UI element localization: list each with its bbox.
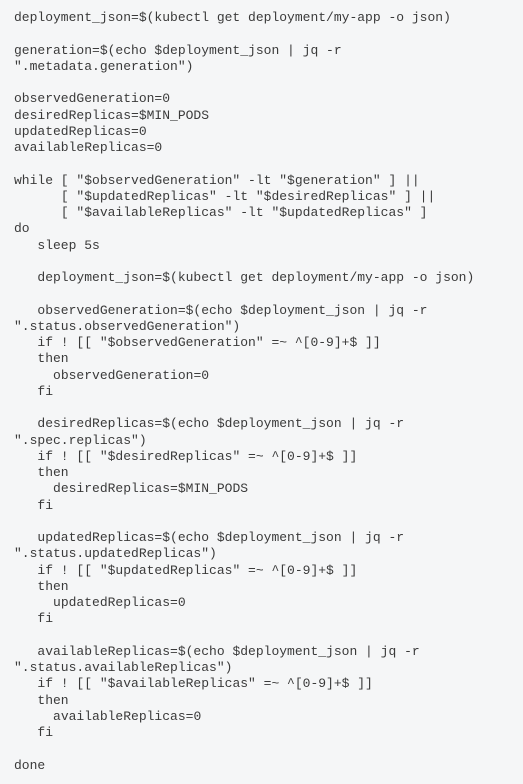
code-line: deployment_json=$(kubectl get deployment… — [14, 270, 509, 286]
code-line: then — [14, 465, 509, 481]
code-line: desiredReplicas=$(echo $deployment_json … — [14, 416, 509, 449]
code-line: if ! [[ "$observedGeneration" =~ ^[0-9]+… — [14, 335, 509, 351]
code-line: availableReplicas=0 — [14, 709, 509, 725]
code-line: deployment_json=$(kubectl get deployment… — [14, 10, 509, 26]
code-line: generation=$(echo $deployment_json | jq … — [14, 43, 509, 76]
code-line: desiredReplicas=$MIN_PODS — [14, 481, 509, 497]
code-line: fi — [14, 384, 509, 400]
code-line: do — [14, 221, 509, 237]
code-line — [14, 400, 509, 416]
code-line: [ "$updatedReplicas" -lt "$desiredReplic… — [14, 189, 509, 205]
code-block: deployment_json=$(kubectl get deployment… — [14, 10, 509, 774]
code-line: desiredReplicas=$MIN_PODS — [14, 108, 509, 124]
code-line — [14, 75, 509, 91]
code-line — [14, 741, 509, 757]
code-line: sleep 5s — [14, 238, 509, 254]
code-line: updatedReplicas=0 — [14, 124, 509, 140]
code-line: fi — [14, 498, 509, 514]
code-line: [ "$availableReplicas" -lt "$updatedRepl… — [14, 205, 509, 221]
code-line — [14, 514, 509, 530]
code-line — [14, 26, 509, 42]
code-line: updatedReplicas=$(echo $deployment_json … — [14, 530, 509, 563]
code-line: then — [14, 351, 509, 367]
code-line — [14, 156, 509, 172]
code-line: fi — [14, 611, 509, 627]
code-line: availableReplicas=$(echo $deployment_jso… — [14, 644, 509, 677]
code-content: deployment_json=$(kubectl get deployment… — [14, 10, 509, 774]
code-line: then — [14, 693, 509, 709]
code-line: done — [14, 758, 509, 774]
code-line: observedGeneration=0 — [14, 368, 509, 384]
code-line — [14, 628, 509, 644]
code-line — [14, 286, 509, 302]
code-line — [14, 254, 509, 270]
code-line: if ! [[ "$desiredReplicas" =~ ^[0-9]+$ ]… — [14, 449, 509, 465]
code-line: if ! [[ "$updatedReplicas" =~ ^[0-9]+$ ]… — [14, 563, 509, 579]
code-line: then — [14, 579, 509, 595]
code-line: fi — [14, 725, 509, 741]
code-line: availableReplicas=0 — [14, 140, 509, 156]
code-line: if ! [[ "$availableReplicas" =~ ^[0-9]+$… — [14, 676, 509, 692]
code-line: while [ "$observedGeneration" -lt "$gene… — [14, 173, 509, 189]
code-line: observedGeneration=0 — [14, 91, 509, 107]
code-line: observedGeneration=$(echo $deployment_js… — [14, 303, 509, 336]
code-line: updatedReplicas=0 — [14, 595, 509, 611]
